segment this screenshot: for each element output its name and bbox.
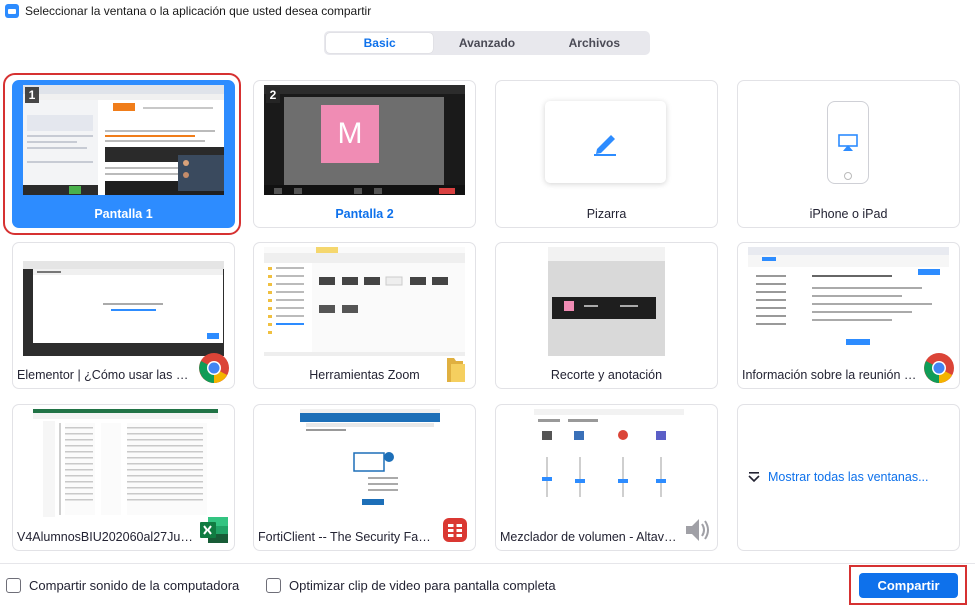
meeting-info-thumbnail [748, 247, 949, 356]
share-option-screen-2[interactable]: M 2 Pantalla 2 [253, 80, 476, 228]
share-option-label: Pantalla 1 [94, 207, 153, 221]
share-option-label: Información sobre la reunión - Z... [742, 368, 919, 382]
share-option-forticlient[interactable]: FortiClient -- The Security Fabric ... [253, 404, 476, 551]
volume-mixer-thumbnail [506, 409, 707, 518]
excel-thumbnail [23, 409, 224, 518]
share-option-zoom-tools[interactable]: Herramientas Zoom [253, 242, 476, 389]
share-option-label: FortiClient -- The Security Fabric ... [258, 530, 435, 544]
optimize-video-label: Optimizar clip de video para pantalla co… [289, 578, 556, 593]
share-sound-checkbox[interactable] [6, 578, 21, 593]
share-option-whiteboard[interactable]: Pizarra [495, 80, 718, 228]
chevron-down-icon [748, 472, 760, 483]
screen-number-badge: 1 [25, 87, 39, 103]
pen-icon [594, 135, 616, 156]
share-button[interactable]: Compartir [859, 573, 958, 598]
speaker-icon [686, 519, 709, 541]
share-option-volume-mixer[interactable]: Mezclador de volumen - Altavoc... [495, 404, 718, 551]
screen-number-badge: 2 [266, 87, 280, 103]
share-option-label: Mezclador de volumen - Altavoc... [500, 530, 677, 544]
optimize-video-option[interactable]: Optimizar clip de video para pantalla co… [266, 578, 556, 593]
show-all-windows-label: Mostrar todas las ventanas... [768, 470, 929, 484]
share-option-label: Pizarra [586, 207, 627, 221]
optimize-video-checkbox[interactable] [266, 578, 281, 593]
share-option-iphone-ipad[interactable]: iPhone o iPad [737, 80, 960, 228]
share-option-excel[interactable]: V4AlumnosBIU202060al27Julio - ... [12, 404, 235, 551]
airplay-icon [838, 134, 858, 151]
tab-advanced[interactable]: Avanzado [433, 33, 540, 53]
elementor-thumbnail [23, 247, 224, 356]
forticlient-icon [443, 518, 467, 542]
chrome-icon [199, 353, 229, 383]
share-option-screen-1[interactable]: 1 Pantalla 1 [12, 80, 235, 228]
share-option-snip-sketch[interactable]: Recorte y anotación [495, 242, 718, 389]
share-option-label: iPhone o iPad [809, 207, 888, 221]
tab-files[interactable]: Archivos [541, 33, 648, 53]
share-option-label: Recorte y anotación [550, 368, 663, 382]
chrome-icon [924, 353, 954, 383]
title-bar: Seleccionar la ventana o la aplicación q… [0, 0, 975, 22]
share-option-label: Elementor | ¿Cómo usar las herra... [17, 368, 194, 382]
window-title: Seleccionar la ventana o la aplicación q… [25, 4, 372, 18]
share-sound-option[interactable]: Compartir sonido de la computadora [6, 578, 239, 593]
tab-basic[interactable]: Basic [326, 33, 434, 53]
show-all-windows-link[interactable]: Mostrar todas las ventanas... [748, 470, 929, 484]
share-option-elementor[interactable]: Elementor | ¿Cómo usar las herra... [12, 242, 235, 389]
share-option-label: Herramientas Zoom [309, 368, 420, 382]
share-option-label: V4AlumnosBIU202060al27Julio - ... [17, 530, 194, 544]
snip-thumbnail [548, 247, 665, 356]
share-option-label: Pantalla 2 [335, 207, 394, 221]
whiteboard-preview [545, 101, 666, 183]
participant-avatar: M [321, 105, 379, 163]
excel-icon [200, 517, 228, 543]
phone-frame [827, 101, 869, 184]
screen-2-thumbnail: M 2 [264, 85, 465, 195]
zoom-app-icon [5, 4, 19, 18]
zoom-tools-thumbnail [264, 247, 465, 356]
screen-1-thumbnail: 1 [23, 85, 224, 195]
share-sound-label: Compartir sonido de la computadora [29, 578, 240, 593]
bottom-bar: Compartir sonido de la computadora Optim… [0, 563, 975, 607]
share-tabs: Basic Avanzado Archivos [324, 31, 650, 55]
share-option-meeting-info[interactable]: Información sobre la reunión - Z... [737, 242, 960, 389]
phone-home-button [844, 172, 852, 180]
forticlient-thumbnail [264, 409, 465, 518]
